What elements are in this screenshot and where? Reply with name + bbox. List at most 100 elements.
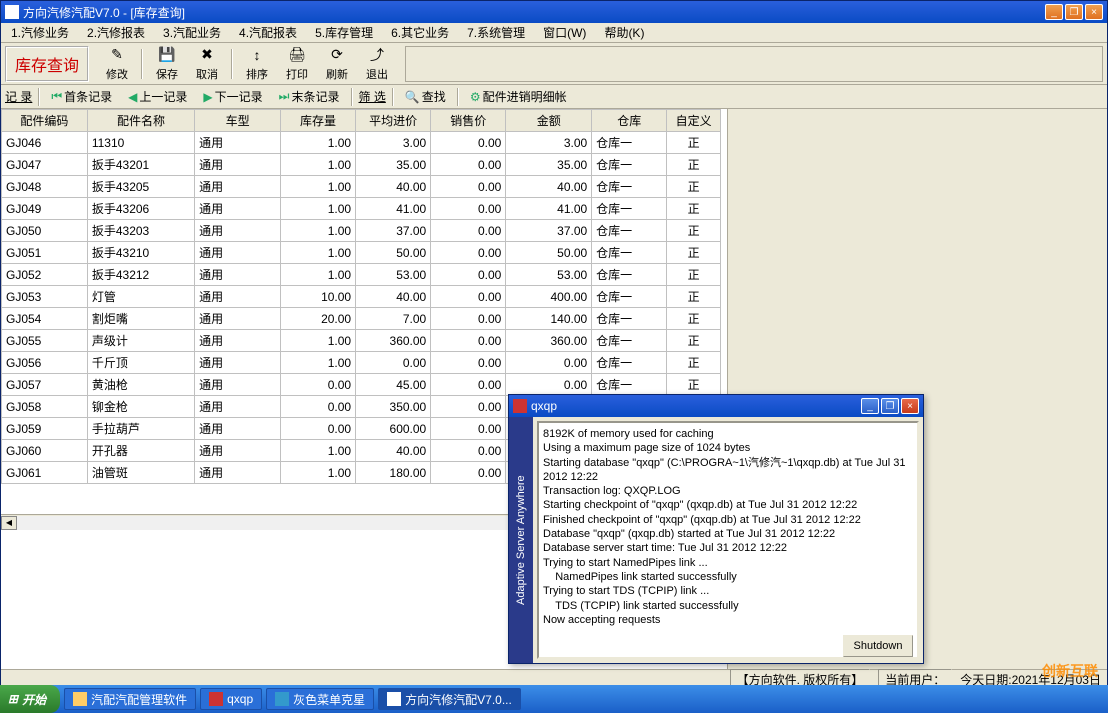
menu-parts-report[interactable]: 4.汽配报表	[235, 22, 301, 43]
table-cell: 41.00	[356, 198, 431, 220]
table-cell: 仓库一	[592, 154, 667, 176]
table-row[interactable]: GJ055声级计通用1.00360.000.00360.00仓库一正	[2, 330, 721, 352]
table-cell: GJ058	[2, 396, 88, 418]
last-record-button[interactable]: ⏭末条记录	[274, 85, 345, 108]
menu-repair-biz[interactable]: 1.汽修业务	[7, 22, 73, 43]
table-cell: 通用	[195, 418, 281, 440]
maximize-button[interactable]: ❐	[1065, 4, 1083, 20]
separator	[231, 49, 233, 79]
popup-minimize-button[interactable]: _	[861, 398, 879, 414]
table-cell: 通用	[195, 352, 281, 374]
edit-button[interactable]: ✎修改	[97, 45, 137, 83]
col-header[interactable]: 配件名称	[87, 110, 194, 132]
next-record-button[interactable]: ▶下一记录	[198, 85, 267, 108]
col-header[interactable]: 车型	[195, 110, 281, 132]
table-cell: 37.00	[506, 220, 592, 242]
cancel-icon: ✖	[198, 46, 216, 64]
search-button[interactable]: 🔍查找	[400, 85, 451, 108]
col-header[interactable]: 自定义	[667, 110, 721, 132]
shutdown-button[interactable]: Shutdown	[843, 635, 913, 657]
table-cell: 0.00	[431, 374, 506, 396]
table-cell: 1.00	[281, 220, 356, 242]
detail-button[interactable]: ⚙配件进销明细帐	[465, 85, 572, 108]
table-row[interactable]: GJ050扳手43203通用1.0037.000.0037.00仓库一正	[2, 220, 721, 242]
table-cell: GJ060	[2, 440, 88, 462]
col-header[interactable]: 金额	[506, 110, 592, 132]
popup-close-button[interactable]: ×	[901, 398, 919, 414]
table-cell: 0.00	[431, 396, 506, 418]
table-cell: 扳手43205	[87, 176, 194, 198]
taskbar-item-main-app[interactable]: 方向汽修汽配V7.0...	[378, 688, 521, 710]
prev-record-button[interactable]: ◀上一记录	[123, 85, 192, 108]
cancel-button[interactable]: ✖取消	[187, 45, 227, 83]
table-row[interactable]: GJ056千斤顶通用1.000.000.000.00仓库一正	[2, 352, 721, 374]
table-cell: 40.00	[506, 176, 592, 198]
table-cell: 仓库一	[592, 242, 667, 264]
scroll-left-icon[interactable]: ◀	[1, 516, 17, 530]
table-cell: GJ053	[2, 286, 88, 308]
menu-parts-biz[interactable]: 3.汽配业务	[159, 22, 225, 43]
table-cell: GJ049	[2, 198, 88, 220]
menubar: 1.汽修业务 2.汽修报表 3.汽配业务 4.汽配报表 5.库存管理 6.其它业…	[1, 23, 1107, 43]
close-button[interactable]: ×	[1085, 4, 1103, 20]
table-row[interactable]: GJ048扳手43205通用1.0040.000.0040.00仓库一正	[2, 176, 721, 198]
table-row[interactable]: GJ047扳手43201通用1.0035.000.0035.00仓库一正	[2, 154, 721, 176]
table-row[interactable]: GJ04611310通用1.003.000.003.00仓库一正	[2, 132, 721, 154]
sort-button[interactable]: ↕排序	[237, 45, 277, 83]
watermark: 创新互联	[1042, 661, 1098, 681]
first-icon: ⏮	[51, 89, 62, 104]
menu-other-biz[interactable]: 6.其它业务	[387, 22, 453, 43]
window-title: 方向汽修汽配V7.0 - [库存查询]	[23, 4, 1045, 21]
col-header[interactable]: 配件编码	[2, 110, 88, 132]
table-cell: 手拉葫芦	[87, 418, 194, 440]
table-cell: 仓库一	[592, 264, 667, 286]
table-row[interactable]: GJ057黄油枪通用0.0045.000.000.00仓库一正	[2, 374, 721, 396]
filter-label[interactable]: 筛 选	[359, 88, 386, 105]
table-cell: 通用	[195, 176, 281, 198]
table-cell: 0.00	[431, 352, 506, 374]
menu-help[interactable]: 帮助(K)	[600, 22, 648, 43]
table-row[interactable]: GJ054割炬嘴通用20.007.000.00140.00仓库一正	[2, 308, 721, 330]
table-cell: 通用	[195, 286, 281, 308]
popup-maximize-button[interactable]: ❐	[881, 398, 899, 414]
col-header[interactable]: 仓库	[592, 110, 667, 132]
table-cell: 声级计	[87, 330, 194, 352]
table-row[interactable]: GJ052扳手43212通用1.0053.000.0053.00仓库一正	[2, 264, 721, 286]
table-cell: 360.00	[506, 330, 592, 352]
taskbar-item-menu-tool[interactable]: 灰色菜单克星	[266, 688, 374, 710]
popup-titlebar: qxqp _ ❐ ×	[509, 395, 923, 417]
server-log[interactable]: 8192K of memory used for caching Using a…	[537, 421, 919, 659]
minimize-button[interactable]: _	[1045, 4, 1063, 20]
refresh-button[interactable]: ⟳刷新	[317, 45, 357, 83]
popup-icon	[513, 399, 527, 413]
table-cell: 0.00	[431, 330, 506, 352]
table-row[interactable]: GJ053灯管通用10.0040.000.00400.00仓库一正	[2, 286, 721, 308]
db-icon	[209, 692, 223, 706]
table-row[interactable]: GJ051扳手43210通用1.0050.000.0050.00仓库一正	[2, 242, 721, 264]
col-header[interactable]: 库存量	[281, 110, 356, 132]
start-button[interactable]: ⊞开始	[0, 685, 60, 713]
table-cell: 140.00	[506, 308, 592, 330]
menu-window[interactable]: 窗口(W)	[539, 22, 590, 43]
table-cell: 180.00	[356, 462, 431, 484]
menu-inventory[interactable]: 5.库存管理	[311, 22, 377, 43]
exit-button[interactable]: ⤴退出	[357, 45, 397, 83]
table-cell: 正	[667, 132, 721, 154]
table-row[interactable]: GJ049扳手43206通用1.0041.000.0041.00仓库一正	[2, 198, 721, 220]
table-cell: 350.00	[356, 396, 431, 418]
record-label: 记 录	[5, 88, 32, 105]
col-header[interactable]: 平均进价	[356, 110, 431, 132]
menu-repair-report[interactable]: 2.汽修报表	[83, 22, 149, 43]
menu-system[interactable]: 7.系统管理	[463, 22, 529, 43]
first-record-button[interactable]: ⏮首条记录	[46, 85, 117, 108]
table-cell: 通用	[195, 308, 281, 330]
col-header[interactable]: 销售价	[431, 110, 506, 132]
taskbar-item-app1[interactable]: 汽配汽配管理软件	[64, 688, 196, 710]
taskbar-item-qxqp[interactable]: qxqp	[200, 688, 262, 710]
save-button[interactable]: 💾保存	[147, 45, 187, 83]
table-cell: 40.00	[356, 286, 431, 308]
table-cell: GJ054	[2, 308, 88, 330]
table-cell: 1.00	[281, 440, 356, 462]
print-button[interactable]: 🖨打印	[277, 45, 317, 83]
table-cell: 通用	[195, 242, 281, 264]
